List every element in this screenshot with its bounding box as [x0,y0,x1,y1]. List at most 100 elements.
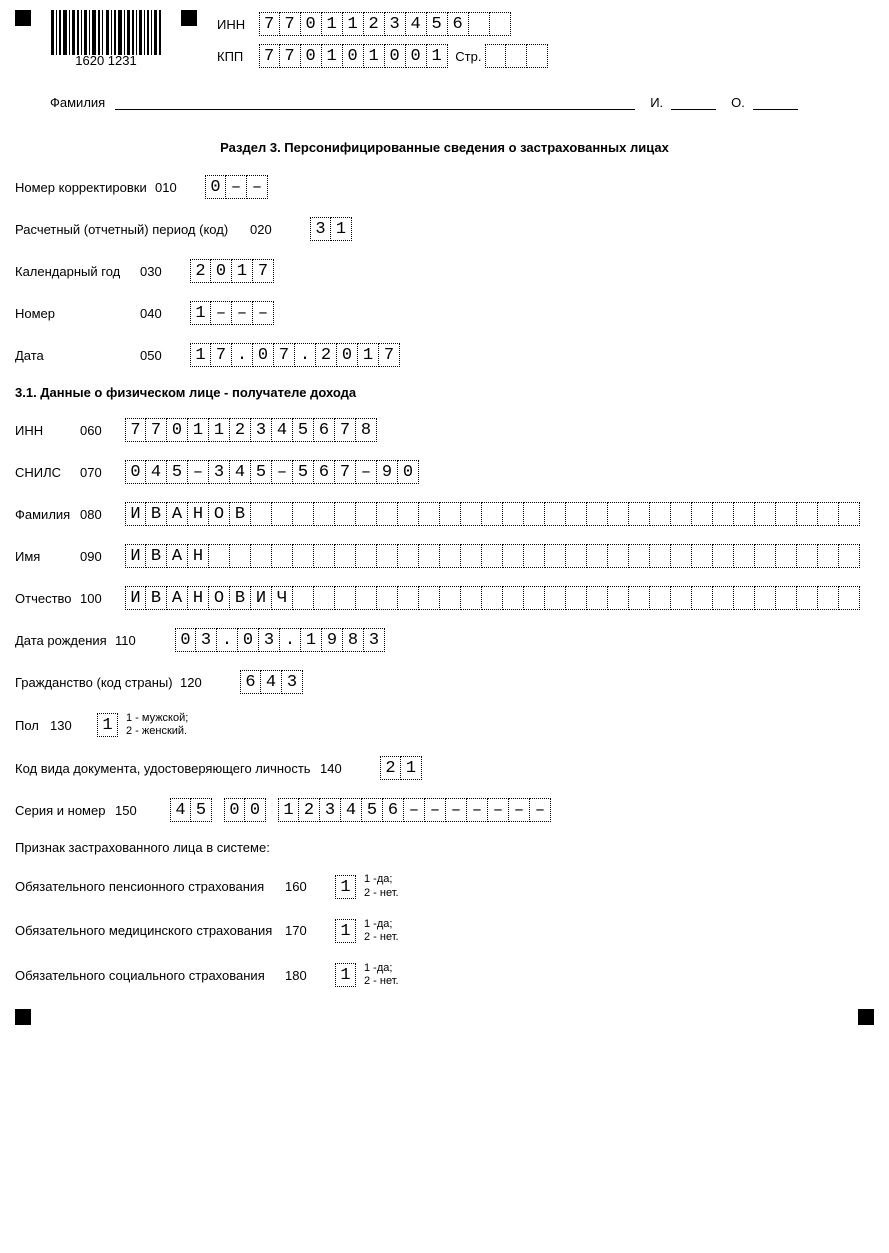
insured-title: Признак застрахованного лица в системе: [15,840,874,855]
footer-markers [15,1009,874,1025]
cell: – [467,798,488,822]
cell [482,502,503,526]
cell: 3 [385,12,406,36]
cell [566,544,587,568]
cell [797,586,818,610]
cell: . [295,343,316,367]
cell: 0 [406,44,427,68]
barcode-icon [51,10,161,55]
cell [293,544,314,568]
cell: 5 [427,12,448,36]
cell: 2 [364,12,385,36]
cell: 8 [356,418,377,442]
cell: 1 [343,12,364,36]
cell [671,544,692,568]
cell [524,544,545,568]
cell [818,502,839,526]
kpp-cells: 770101001 [259,44,448,68]
kpp-label: КПП [217,49,255,64]
field-row-120: Гражданство (код страны)120643 [15,670,874,694]
cell [755,586,776,610]
cell [608,544,629,568]
cell [356,544,377,568]
cell: – [404,798,425,822]
cell [734,544,755,568]
cell: Н [188,586,209,610]
cell: 3 [320,798,341,822]
cell: 1 [427,44,448,68]
cell [776,544,797,568]
page-label: Стр. [455,49,481,64]
cell [566,502,587,526]
cell: – [425,798,446,822]
cell [671,586,692,610]
cell: Н [188,544,209,568]
cell: 2 [230,418,251,442]
cell: 2 [299,798,320,822]
cell [272,544,293,568]
cell: 2 [316,343,337,367]
cell: 3 [209,460,230,484]
cell: И [251,586,272,610]
cell [490,12,511,36]
cell [272,502,293,526]
cell: И [125,586,146,610]
page-cells [485,44,548,68]
cell: 1 [335,875,356,899]
cell: 7 [146,418,167,442]
subsection-3-1-title: 3.1. Данные о физическом лице - получате… [15,385,874,400]
cell: – [211,301,232,325]
cell: 4 [341,798,362,822]
cell: А [167,544,188,568]
cell: – [446,798,467,822]
cell [587,502,608,526]
marker-square-top-left [15,10,31,26]
cell: 1 [209,418,230,442]
cell: 0 [224,798,245,822]
cell: 1 [232,259,253,283]
cell [692,544,713,568]
cell: 0 [301,44,322,68]
cell: 3 [282,670,303,694]
cell: 0 [398,460,419,484]
surname-underline [115,93,635,110]
field-row-040: Номер0401––– [15,301,874,325]
hint: 1 -да;2 - нет. [364,873,399,899]
cell: 0 [337,343,358,367]
cell [485,44,506,68]
barcode: 1620 1231 [51,10,161,68]
cell: 4 [146,460,167,484]
cell: 7 [280,44,301,68]
cell [293,586,314,610]
cell: . [280,628,301,652]
cell: – [509,798,530,822]
cell: 6 [314,460,335,484]
cell [524,502,545,526]
cell [713,544,734,568]
cell [461,544,482,568]
cell [440,544,461,568]
cell [419,502,440,526]
cell: И [125,544,146,568]
cell: 1 [190,343,211,367]
cell: Ч [272,586,293,610]
cell: 7 [211,343,232,367]
cell [440,502,461,526]
cell [545,586,566,610]
cell: 8 [343,628,364,652]
cell [797,502,818,526]
cell: . [232,343,253,367]
cell [209,544,230,568]
cell: 0 [125,460,146,484]
cell: 5 [293,460,314,484]
cell [608,502,629,526]
field-row-070: СНИЛС070045–345–567–90 [15,460,874,484]
cell: – [188,460,209,484]
cell [377,586,398,610]
cell: 1 [278,798,299,822]
cell: 1 [364,44,385,68]
cell [527,44,548,68]
cell: 1 [190,301,211,325]
hint: 1 - мужской;2 - женский. [126,712,188,738]
initial-i-underline [671,93,716,110]
